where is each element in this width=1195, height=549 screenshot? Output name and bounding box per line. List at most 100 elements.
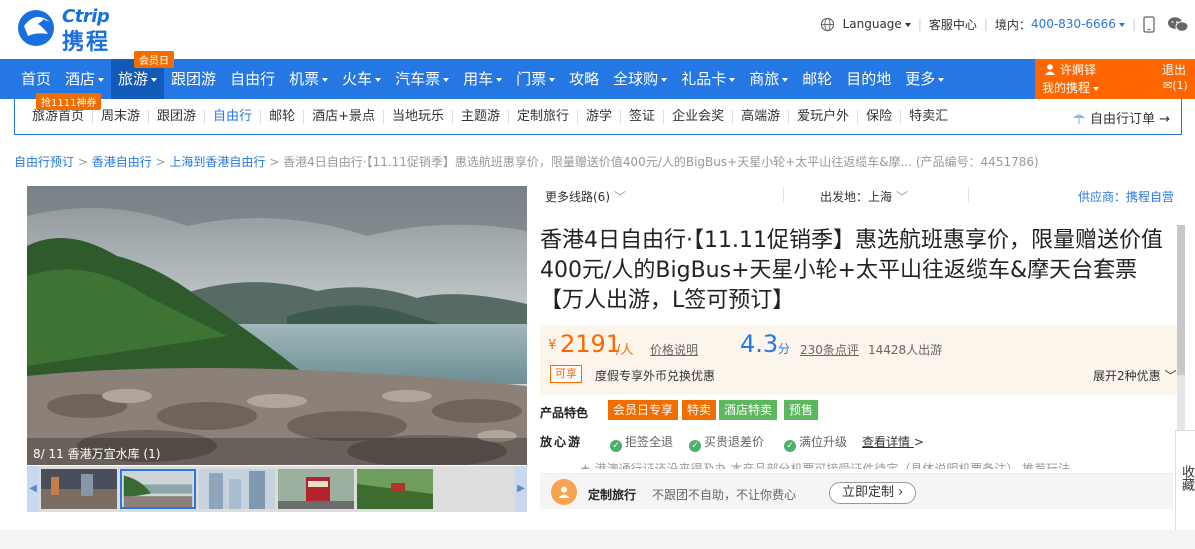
sub-nav-item[interactable]: 当地玩乐	[384, 110, 453, 124]
breadcrumb-link[interactable]: 自由行预订	[14, 155, 74, 169]
nav-item-label: 攻略	[569, 70, 600, 88]
departure-dropdown[interactable]: 出发地：上海 ﹀	[820, 188, 908, 205]
my-ctrip-menu[interactable]: 我的携程	[1042, 79, 1100, 96]
hotline-selector[interactable]: 400-830-6666	[1031, 17, 1125, 31]
sub-nav-item[interactable]: 周末游	[93, 110, 150, 124]
assurance-item: ✓ 拒签全退	[610, 433, 673, 452]
divider	[968, 187, 969, 203]
feature-tag[interactable]: 酒店特卖	[719, 400, 778, 420]
user-icon	[1045, 64, 1055, 75]
sub-nav-item[interactable]: 企业会奖	[664, 110, 734, 124]
nav-item-label: 全球购	[613, 70, 659, 88]
more-routes-dropdown[interactable]: 更多线路(6) ﹀	[545, 188, 626, 205]
nav-item[interactable]: 攻略	[562, 59, 606, 99]
feature-tag[interactable]: 预售	[784, 400, 819, 420]
sub-nav-item[interactable]: 签证	[621, 110, 665, 124]
nav-item[interactable]: 火车	[335, 59, 388, 99]
expand-offers-toggle[interactable]: 展开2种优惠 ﹀	[1093, 367, 1176, 384]
nav-item[interactable]: 自由行	[223, 59, 282, 99]
sub-nav-item[interactable]: 旅游首页	[24, 110, 94, 124]
assurance-label: 放心游	[540, 435, 583, 449]
feature-tag[interactable]: 特卖	[682, 400, 717, 420]
sub-nav-item[interactable]: 邮轮	[261, 110, 305, 124]
sub-nav-item[interactable]: 高端游	[733, 110, 790, 124]
product-title: 香港4日自由行·【11.11促销季】惠选航班惠享价，限量赠送价值400元/人的B…	[540, 228, 1163, 313]
sub-nav: 旅游首页 周末游 跟团游 自由行 邮轮 酒店+景点 当地玩乐 主题游 定制旅行 游学 签证 企业会奖高…	[24, 99, 956, 135]
logout-link[interactable]: 退出	[1162, 61, 1186, 78]
nav-item[interactable]: 礼品卡	[674, 59, 742, 99]
mobile-phone-icon[interactable]	[1143, 15, 1155, 33]
nav-item[interactable]: 目的地	[839, 59, 898, 99]
sub-nav-item[interactable]: 保险	[858, 110, 902, 124]
assurance-text: 买贵退差价	[704, 435, 765, 449]
nav-item[interactable]: 用车	[456, 59, 509, 99]
main-product-photo[interactable]	[27, 186, 527, 465]
sub-nav-item[interactable]: 酒店+景点	[304, 110, 384, 124]
departure-label: 出发地：上海	[820, 190, 893, 204]
assurance-text: 拒签全退	[625, 435, 674, 449]
nav-item[interactable]: 门票	[509, 59, 562, 99]
sub-nav-item[interactable]: 跟团游	[149, 110, 206, 124]
top-links: Language | 客服中心 | 境内： 400-830-6666 |	[820, 14, 1189, 34]
price-help-link[interactable]: 价格说明	[650, 341, 698, 358]
page-bottom-band	[0, 530, 1195, 549]
thumbnail[interactable]	[278, 469, 354, 509]
check-icon: ✓	[689, 440, 701, 452]
thumbnail-selected[interactable]	[120, 469, 196, 509]
sub-nav-item[interactable]: 游学	[578, 110, 622, 124]
nav-item[interactable]: 商旅	[742, 59, 795, 99]
offer-text[interactable]: 度假专享外币兑换优惠	[595, 367, 715, 384]
globe-icon	[820, 17, 834, 31]
nav-item[interactable]: 汽车票	[388, 59, 456, 99]
wechat-icon[interactable]	[1167, 16, 1189, 33]
free-travel-orders-link[interactable]: 自由行订单 →	[1072, 108, 1170, 127]
service-center-link[interactable]: 客服中心	[929, 16, 977, 33]
nav-item[interactable]: 邮轮	[795, 59, 839, 99]
nav-item-label: 礼品卡	[681, 70, 727, 88]
mail-link[interactable]: ✉(1)	[1163, 79, 1188, 92]
coupon-badge[interactable]: 抢1111神券	[36, 93, 102, 110]
chevron-down-icon	[375, 77, 382, 82]
feature-tag[interactable]: 会员日专享	[608, 400, 679, 420]
user-name[interactable]: 许婀铎	[1060, 61, 1096, 78]
chevron-right-icon[interactable]: ▶	[515, 466, 527, 512]
logo-text-cn[interactable]: 携程	[62, 24, 110, 56]
see-details-link[interactable]: 查看详情 >	[862, 433, 924, 450]
breadcrumb: 自由行预订 > 香港自由行 > 上海到香港自由行 > 香港4日自由行·【11.1…	[14, 155, 1039, 169]
offer-badge: 可享	[550, 365, 582, 383]
thumbnail[interactable]	[41, 469, 117, 509]
price-panel	[540, 325, 1177, 395]
price-value: 2191	[560, 330, 622, 358]
language-selector[interactable]: Language	[843, 17, 911, 31]
chevron-down-icon	[938, 77, 945, 82]
chevron-down-icon	[496, 77, 503, 82]
sub-nav-item[interactable]: 爱玩户外	[789, 110, 859, 124]
nav-item[interactable]: 全球购	[606, 59, 674, 99]
person-heart-icon	[558, 486, 570, 498]
chevron-left-icon[interactable]: ◀	[27, 466, 39, 512]
sub-nav-item[interactable]: 定制旅行	[509, 110, 579, 124]
scrollbar-thumb[interactable]	[1177, 225, 1185, 375]
see-details-label: 查看详情	[862, 435, 911, 449]
parasol-icon	[1073, 114, 1085, 124]
thumbnail[interactable]	[199, 469, 275, 509]
sub-nav-item[interactable]: 主题游	[453, 110, 510, 124]
ctrip-dolphin-logo-icon[interactable]	[14, 4, 58, 48]
nav-item[interactable]: 更多	[898, 59, 951, 99]
chevron-down-icon: ﹀	[613, 190, 626, 204]
nav-item-label: 酒店	[65, 70, 96, 88]
sub-nav-item[interactable]: 特卖汇	[901, 110, 956, 124]
nav-item-label: 自由行	[230, 70, 276, 88]
divider	[783, 187, 784, 203]
breadcrumb-link[interactable]: 上海到香港自由行	[169, 155, 265, 169]
sub-nav-item[interactable]: 自由行	[205, 110, 262, 124]
thumbnail[interactable]	[357, 469, 433, 509]
nav-item-label: 机票	[289, 70, 320, 88]
nav-item[interactable]: 机票	[282, 59, 335, 99]
chevron-down-icon	[1093, 86, 1100, 91]
supplier-link[interactable]: 供应商：携程自营	[1078, 188, 1174, 205]
breadcrumb-link[interactable]: 香港自由行	[92, 155, 152, 169]
customize-now-button[interactable]: 立即定制 ›	[829, 482, 917, 504]
chevron-down-icon	[904, 22, 911, 27]
reviews-link[interactable]: 230条点评	[800, 341, 859, 358]
